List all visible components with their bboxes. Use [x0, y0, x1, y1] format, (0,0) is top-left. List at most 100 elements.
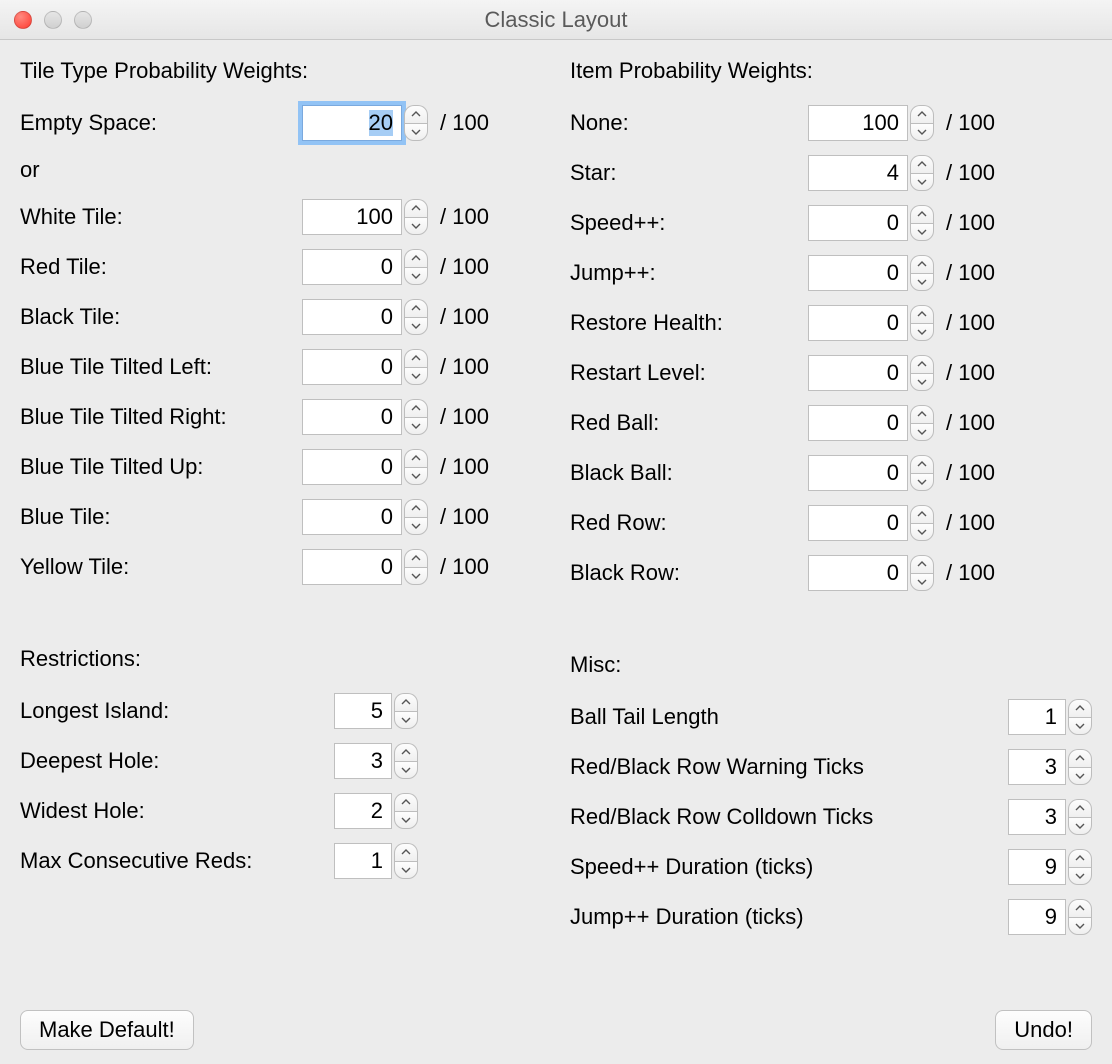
tile-empty-step-down[interactable] — [404, 123, 428, 142]
item-redball-step-down[interactable] — [910, 423, 934, 442]
tile-black-step-up[interactable] — [404, 299, 428, 317]
restrict-label-reds: Max Consecutive Reds: — [20, 848, 334, 874]
misc-tail-step-up[interactable] — [1068, 699, 1092, 717]
misc-speedd-step-down[interactable] — [1068, 867, 1092, 886]
tile-yellow-step-up[interactable] — [404, 549, 428, 567]
item-redball-step-up[interactable] — [910, 405, 934, 423]
misc-cool-step-up[interactable] — [1068, 799, 1092, 817]
restrict-reds-stepper — [334, 843, 418, 879]
tile-red-input[interactable] — [302, 249, 402, 285]
make-default-button[interactable]: Make Default! — [20, 1010, 194, 1050]
item-none-step-down[interactable] — [910, 123, 934, 142]
restrict-deep-step-down[interactable] — [394, 761, 418, 780]
close-icon[interactable] — [14, 11, 32, 29]
misc-speedd-input[interactable] — [1008, 849, 1066, 885]
item-restart-step-up[interactable] — [910, 355, 934, 373]
item-blackrow-stepper-buttons — [910, 555, 934, 591]
item-restore-input[interactable] — [808, 305, 908, 341]
item-restore-step-down[interactable] — [910, 323, 934, 342]
misc-jumpd-step-up[interactable] — [1068, 899, 1092, 917]
tile-blue_tu-input[interactable] — [302, 449, 402, 485]
item-restore-step-up[interactable] — [910, 305, 934, 323]
tile-white-step-down[interactable] — [404, 217, 428, 236]
misc-jumpd-input[interactable] — [1008, 899, 1066, 935]
restrict-reds-step-up[interactable] — [394, 843, 418, 861]
tile-blue_tl-step-down[interactable] — [404, 367, 428, 386]
restrict-wide-input[interactable] — [334, 793, 392, 829]
restrict-deep-step-up[interactable] — [394, 743, 418, 761]
restrict-reds-step-down[interactable] — [394, 861, 418, 880]
restrict-wide-step-down[interactable] — [394, 811, 418, 830]
misc-speedd-step-up[interactable] — [1068, 849, 1092, 867]
item-blackrow-step-down[interactable] — [910, 573, 934, 592]
tile-black-input[interactable] — [302, 299, 402, 335]
item-redrow-input[interactable] — [808, 505, 908, 541]
item-star-input[interactable] — [808, 155, 908, 191]
item-blackball-step-up[interactable] — [910, 455, 934, 473]
item-star-step-down[interactable] — [910, 173, 934, 192]
tile-label-black: Black Tile: — [20, 304, 302, 330]
item-speed-step-down[interactable] — [910, 223, 934, 242]
restrict-island-step-down[interactable] — [394, 711, 418, 730]
item-blackball-input[interactable] — [808, 455, 908, 491]
tile-blue_tu-step-up[interactable] — [404, 449, 428, 467]
item-jump-step-up[interactable] — [910, 255, 934, 273]
item-redball-input[interactable] — [808, 405, 908, 441]
tile-yellow-stepper — [302, 549, 428, 585]
item-none-step-up[interactable] — [910, 105, 934, 123]
tile-blue_tl-step-up[interactable] — [404, 349, 428, 367]
item-restart-input[interactable] — [808, 355, 908, 391]
tile-white-suffix: / 100 — [440, 204, 489, 230]
restrict-island-input[interactable] — [334, 693, 392, 729]
item-speed-input[interactable] — [808, 205, 908, 241]
minimize-icon[interactable] — [44, 11, 62, 29]
misc-tail-input[interactable] — [1008, 699, 1066, 735]
misc-tail-step-down[interactable] — [1068, 717, 1092, 736]
misc-warn-input[interactable] — [1008, 749, 1066, 785]
tile-blue_tr-step-down[interactable] — [404, 417, 428, 436]
restrict-deep-input[interactable] — [334, 743, 392, 779]
restrict-reds-input[interactable] — [334, 843, 392, 879]
item-blackrow-step-up[interactable] — [910, 555, 934, 573]
tile-blue_tu-step-down[interactable] — [404, 467, 428, 486]
item-redrow-step-down[interactable] — [910, 523, 934, 542]
item-jump-step-down[interactable] — [910, 273, 934, 292]
zoom-icon[interactable] — [74, 11, 92, 29]
tile-blue_tr-step-up[interactable] — [404, 399, 428, 417]
misc-warn-step-down[interactable] — [1068, 767, 1092, 786]
or-label: or — [20, 148, 542, 192]
tile-blue_tr-input[interactable] — [302, 399, 402, 435]
restrict-row-deep: Deepest Hole: — [20, 736, 542, 786]
item-none-input[interactable] — [808, 105, 908, 141]
tile-red-step-up[interactable] — [404, 249, 428, 267]
tile-yellow-input[interactable] — [302, 549, 402, 585]
misc-warn-step-up[interactable] — [1068, 749, 1092, 767]
item-redrow-step-up[interactable] — [910, 505, 934, 523]
tile-empty-input[interactable] — [302, 105, 402, 141]
misc-jumpd-step-down[interactable] — [1068, 917, 1092, 936]
tile-black-step-down[interactable] — [404, 317, 428, 336]
item-blackball-step-down[interactable] — [910, 473, 934, 492]
restrict-island-step-up[interactable] — [394, 693, 418, 711]
item-row-none: None: / 100 — [570, 98, 1092, 148]
tile-blue-step-down[interactable] — [404, 517, 428, 536]
item-star-step-up[interactable] — [910, 155, 934, 173]
item-jump-input[interactable] — [808, 255, 908, 291]
tile-empty-step-up[interactable] — [404, 105, 428, 123]
undo-button[interactable]: Undo! — [995, 1010, 1092, 1050]
tile-yellow-step-down[interactable] — [404, 567, 428, 586]
item-label-restore: Restore Health: — [570, 310, 808, 336]
item-speed-step-up[interactable] — [910, 205, 934, 223]
tile-blue-input[interactable] — [302, 499, 402, 535]
item-blackrow-input[interactable] — [808, 555, 908, 591]
item-restart-step-down[interactable] — [910, 373, 934, 392]
tile-white-step-up[interactable] — [404, 199, 428, 217]
tile-blue-step-up[interactable] — [404, 499, 428, 517]
tile-blue_tl-input[interactable] — [302, 349, 402, 385]
misc-cool-step-down[interactable] — [1068, 817, 1092, 836]
misc-cool-input[interactable] — [1008, 799, 1066, 835]
restrict-wide-step-up[interactable] — [394, 793, 418, 811]
tile-red-step-down[interactable] — [404, 267, 428, 286]
item-row-restart: Restart Level: / 100 — [570, 348, 1092, 398]
tile-white-input[interactable] — [302, 199, 402, 235]
